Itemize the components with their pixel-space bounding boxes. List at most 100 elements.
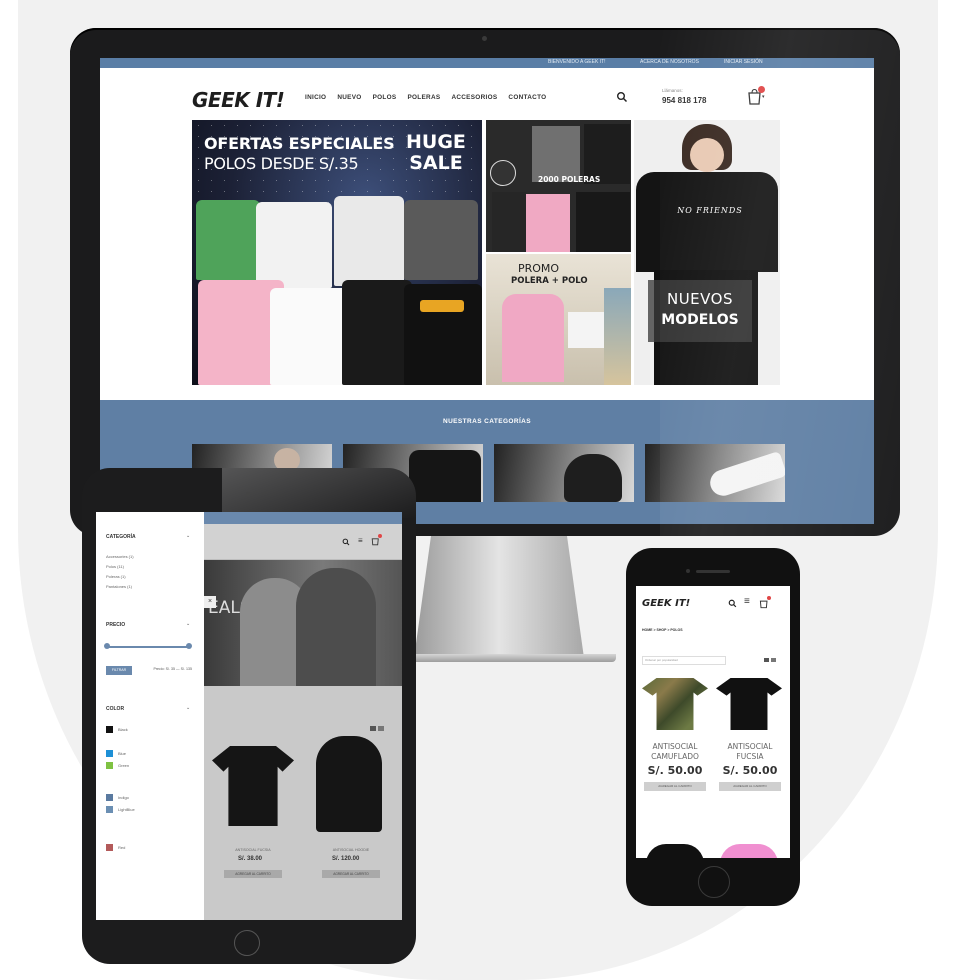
chevron-down-icon[interactable]: ⌄ bbox=[186, 705, 190, 711]
search-icon[interactable] bbox=[342, 538, 350, 546]
about-link[interactable]: ACERCA DE NOSOTROS bbox=[640, 59, 699, 65]
list-view-icon[interactable] bbox=[378, 726, 384, 731]
no-friends-print: NO FRIENDS bbox=[677, 206, 743, 215]
color-label[interactable]: LightBlue bbox=[118, 807, 135, 812]
promo-polera-polo-banner[interactable]: PROMO POLERA + POLO bbox=[486, 254, 631, 385]
add-to-cart-button[interactable]: AGREGAR AL CARRITO bbox=[224, 870, 282, 878]
breadcrumb[interactable]: HOME > SHOP > POLOS bbox=[642, 628, 683, 632]
color-label[interactable]: Blue bbox=[118, 751, 126, 756]
product-name[interactable]: ANTISOCIAL FUCSIA bbox=[714, 742, 786, 762]
close-icon[interactable]: × bbox=[204, 596, 216, 608]
color-label[interactable]: Black bbox=[118, 727, 128, 732]
product-image-black-tee[interactable] bbox=[716, 678, 782, 730]
chevron-down-icon[interactable]: ⌄ bbox=[186, 621, 190, 627]
nav-item-inicio[interactable]: INICIO bbox=[305, 94, 326, 101]
site-logo[interactable]: GEEK IT! bbox=[192, 88, 285, 112]
new-models-banner[interactable]: NO FRIENDS NUEVOS MODELOS bbox=[634, 120, 780, 385]
product-price: S/. 50.00 bbox=[722, 764, 778, 777]
categories-title: NUESTRAS CATEGORÍAS bbox=[442, 418, 531, 425]
category-item[interactable]: Pantalones (1) bbox=[106, 584, 132, 589]
grey-tee-image bbox=[404, 200, 478, 280]
tablet-top-bar bbox=[204, 512, 402, 524]
category-tile-accesorios[interactable] bbox=[494, 444, 634, 502]
category-item[interactable]: Poleras (1) bbox=[106, 574, 126, 579]
category-filter-title: CATEGORÍA bbox=[106, 534, 136, 540]
modelos-text: MODELOS bbox=[661, 312, 739, 328]
sort-select[interactable]: Ordenar por popularidad bbox=[642, 656, 726, 665]
color-swatch-blue[interactable] bbox=[106, 750, 113, 757]
price-sticker bbox=[490, 160, 516, 186]
product-name[interactable]: ANTISOCIAL FUCSIA bbox=[206, 848, 300, 852]
product-name[interactable]: ANTISOCIAL HOODIE bbox=[304, 848, 398, 852]
welcome-text: BIENVENIDO A GEEK IT! bbox=[548, 59, 606, 65]
filter-button[interactable]: FILTRAR bbox=[106, 666, 132, 675]
product-price: S/. 120.00 bbox=[332, 856, 360, 862]
product-name[interactable]: ANTISOCIAL CAMUFLADO bbox=[639, 742, 711, 762]
login-link[interactable]: INICIAR SESIÓN bbox=[724, 59, 763, 65]
tablet-device: CATEGORÍA ⌄ Accessories (1) Polos (11) P… bbox=[82, 468, 416, 964]
category-item[interactable]: Polos (11) bbox=[106, 564, 124, 569]
grid-view-icon[interactable] bbox=[370, 726, 376, 731]
product-image-next-pink[interactable] bbox=[720, 844, 778, 858]
price-range-text: Precio: S/. 35 — S/. 135 bbox=[153, 667, 192, 671]
thrasher-flame-logo bbox=[420, 300, 464, 312]
nav-item-accesorios[interactable]: ACCESORIOS bbox=[451, 94, 497, 101]
tablet-screen: CATEGORÍA ⌄ Accessories (1) Polos (11) P… bbox=[96, 512, 402, 920]
tablet-glare bbox=[222, 468, 416, 518]
nav-item-polos[interactable]: POLOS bbox=[373, 94, 397, 101]
monitor-camera bbox=[482, 36, 487, 41]
product-price: S/. 50.00 bbox=[647, 764, 703, 777]
category-tile-zapatillas[interactable] bbox=[645, 444, 785, 502]
color-label[interactable]: Green bbox=[118, 763, 129, 768]
product-image-next-black[interactable] bbox=[646, 844, 704, 858]
price-slider-min-handle[interactable] bbox=[104, 643, 110, 649]
model-face bbox=[690, 138, 724, 172]
nav-item-nuevo[interactable]: NUEVO bbox=[337, 94, 361, 101]
search-icon[interactable] bbox=[616, 91, 628, 103]
product-image-camo-tee[interactable] bbox=[642, 678, 708, 730]
color-swatch-black[interactable] bbox=[106, 726, 113, 733]
thrasher-tee-image bbox=[404, 284, 482, 385]
menu-icon[interactable]: ≡ bbox=[358, 536, 363, 545]
product-image-hoodie[interactable] bbox=[316, 736, 382, 832]
poleras-banner[interactable]: 2000 POLERAS bbox=[486, 120, 631, 252]
tablet-home-button[interactable] bbox=[234, 930, 260, 956]
color-swatch-indigo[interactable] bbox=[106, 794, 113, 801]
menu-icon[interactable]: ≡ bbox=[744, 596, 750, 607]
grid-view-icon[interactable] bbox=[764, 658, 769, 662]
phone-logo[interactable]: GEEK IT! bbox=[642, 598, 690, 609]
poleras-promo-text: 2000 POLERAS bbox=[538, 175, 601, 184]
color-label[interactable]: Red bbox=[118, 845, 125, 850]
nav-item-poleras[interactable]: POLERAS bbox=[407, 94, 440, 101]
hoodie-image bbox=[532, 126, 580, 182]
category-beanie-image bbox=[564, 454, 622, 502]
offers-banner[interactable]: OFERTAS ESPECIALES POLOS DESDE S/.35 HUG… bbox=[192, 120, 482, 385]
price-filter-title: PRECIO bbox=[106, 622, 126, 628]
filter-sidebar: CATEGORÍA ⌄ Accessories (1) Polos (11) P… bbox=[96, 512, 205, 920]
product-image-tee[interactable] bbox=[212, 746, 294, 826]
color-swatch-green[interactable] bbox=[106, 762, 113, 769]
green-tee-image bbox=[196, 200, 260, 280]
huge-sale-text: HUGE SALE bbox=[406, 132, 466, 174]
add-to-cart-button[interactable]: AGREGAR AL CARRITO bbox=[719, 782, 781, 791]
list-view-icon[interactable] bbox=[771, 658, 776, 662]
add-to-cart-button[interactable]: AGREGAR AL CARRITO bbox=[322, 870, 380, 878]
color-swatch-red[interactable] bbox=[106, 844, 113, 851]
add-to-cart-button[interactable]: AGREGAR AL CARRITO bbox=[644, 782, 706, 791]
tablet-camera bbox=[246, 492, 250, 496]
monitor-stand-base bbox=[400, 654, 616, 662]
price-slider-max-handle[interactable] bbox=[186, 643, 192, 649]
phone-number[interactable]: 954 818 178 bbox=[662, 96, 707, 105]
search-icon[interactable] bbox=[728, 599, 737, 608]
color-swatch-lightblue[interactable] bbox=[106, 806, 113, 813]
price-slider-track[interactable] bbox=[106, 646, 190, 648]
color-label[interactable]: Indigo bbox=[118, 795, 129, 800]
cart-badge bbox=[378, 534, 382, 538]
chevron-down-icon[interactable]: ⌄ bbox=[186, 533, 190, 539]
tablet-banner-image[interactable]: EALS × bbox=[204, 560, 402, 686]
white-tee-image bbox=[256, 202, 332, 288]
nav-item-contacto[interactable]: CONTACTO bbox=[508, 94, 546, 101]
new-models-label: NUEVOS MODELOS bbox=[648, 280, 752, 342]
category-item[interactable]: Accessories (1) bbox=[106, 554, 134, 559]
phone-home-button[interactable] bbox=[698, 866, 730, 898]
